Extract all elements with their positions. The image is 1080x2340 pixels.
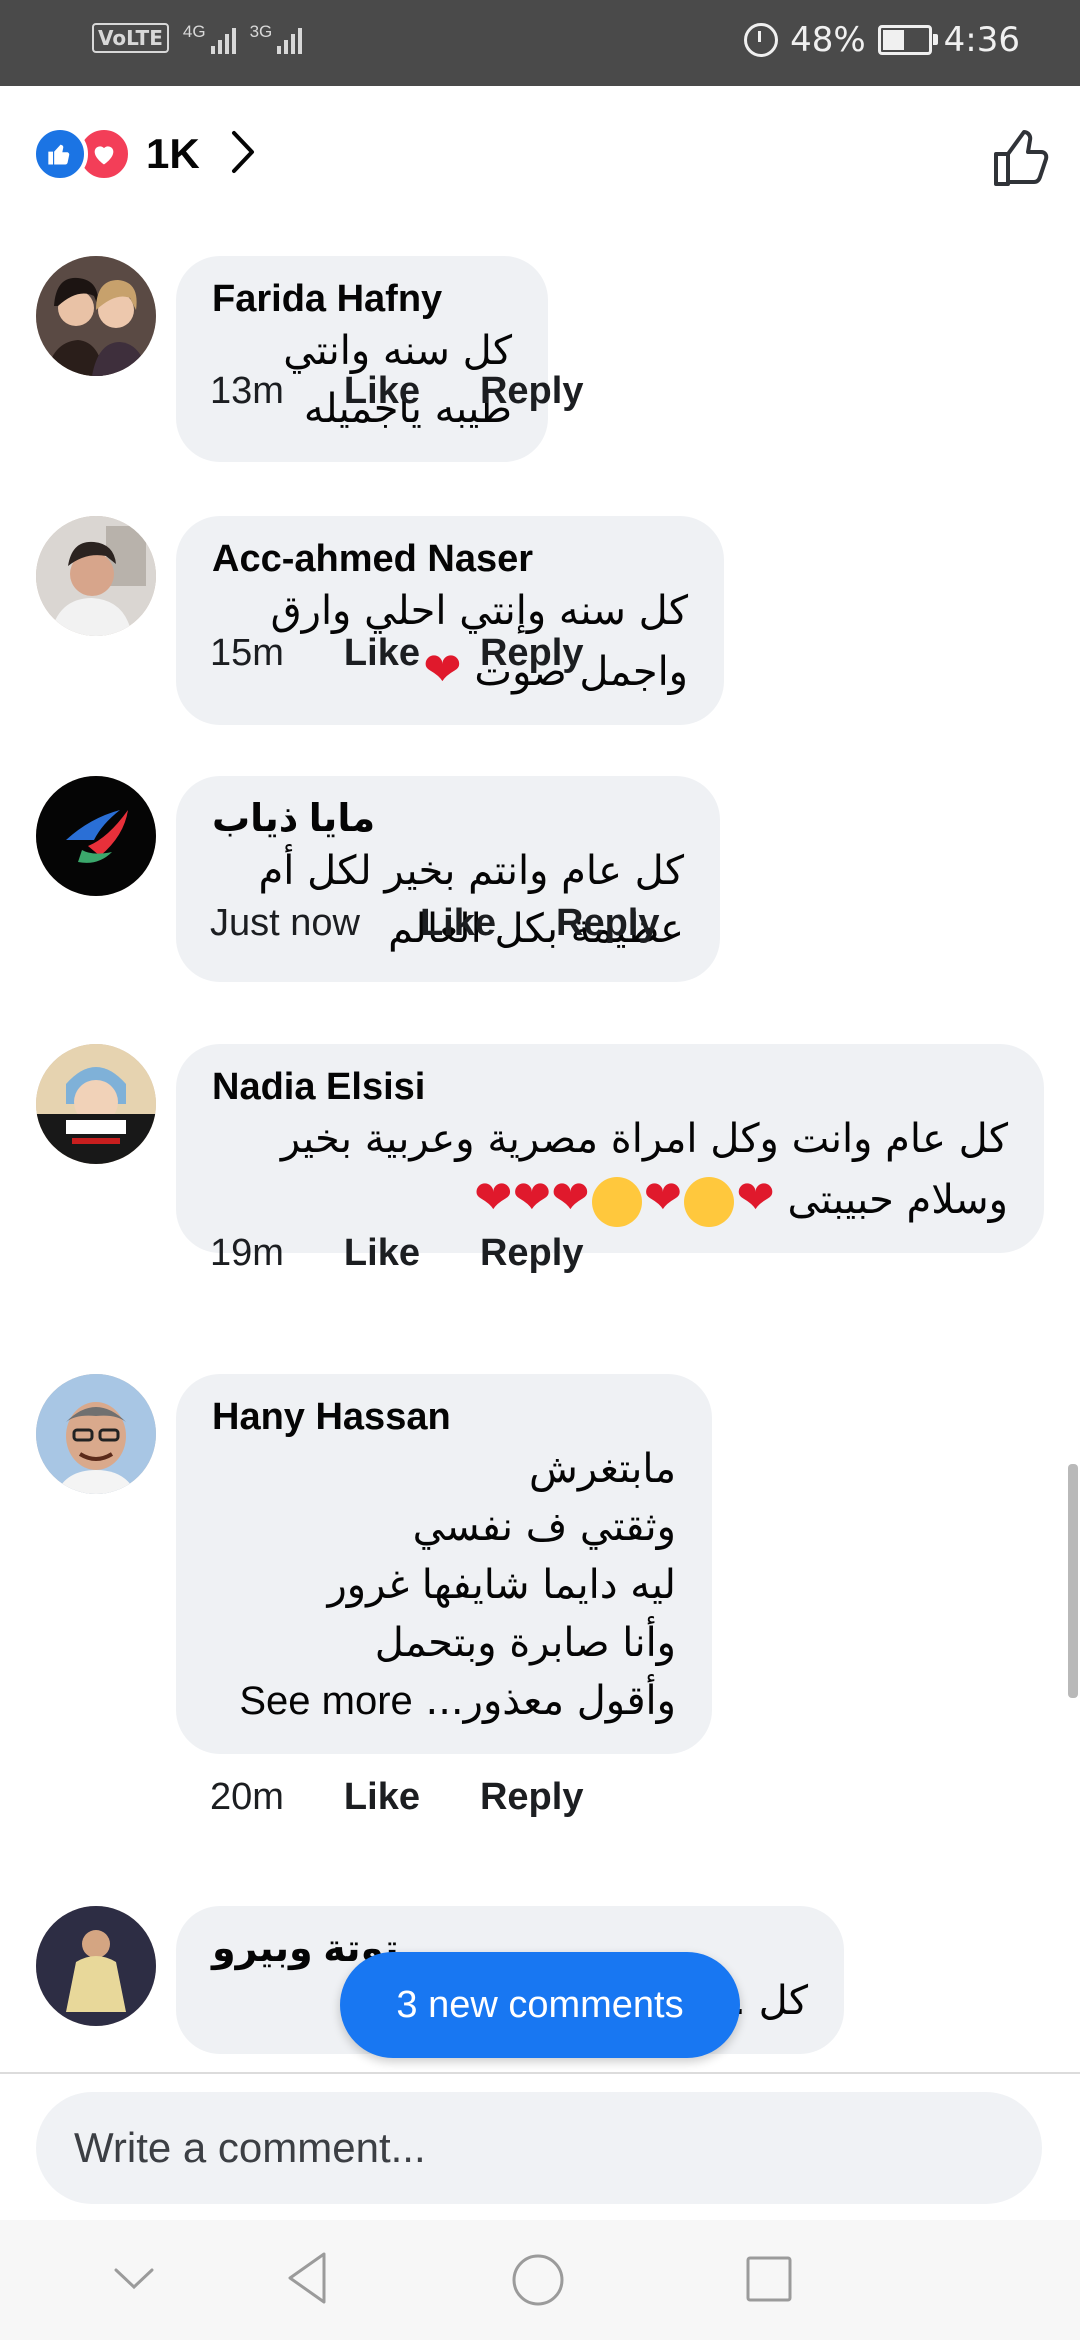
comment-time: Just now — [210, 902, 360, 944]
comment-bubble[interactable]: Nadia Elsisi كل عام وانت وكل امراة مصرية… — [176, 1044, 1044, 1253]
comment-time: 13m — [210, 370, 284, 412]
comment-author[interactable]: Acc-ahmed Naser — [212, 536, 688, 582]
like-button[interactable]: Like — [344, 632, 420, 675]
chevron-down-icon[interactable] — [112, 2266, 156, 2292]
new-comments-button[interactable]: 3 new comments — [340, 1952, 740, 2058]
status-bar: VoLTE 4G 3G 48% 4:36 — [0, 0, 1080, 86]
like-button[interactable]: Like — [344, 1776, 420, 1819]
like-button[interactable]: Like — [420, 902, 496, 945]
heart-eyes-emoji — [591, 1177, 642, 1227]
like-post-button[interactable] — [988, 124, 1054, 195]
status-left: VoLTE 4G 3G — [92, 22, 303, 54]
thumbs-up-icon — [994, 130, 1049, 186]
battery-percent: 48% — [790, 20, 866, 60]
comment-time: 15m — [210, 632, 284, 674]
chevron-right-icon[interactable] — [230, 129, 256, 180]
see-more-link[interactable]: See more — [239, 1679, 412, 1723]
reaction-count: 1K — [146, 130, 200, 177]
like-button[interactable]: Like — [344, 1232, 420, 1275]
system-nav-bar — [0, 2220, 1080, 2340]
battery-icon — [877, 25, 938, 55]
alarm-icon — [744, 23, 779, 57]
scrollbar[interactable] — [1068, 1464, 1078, 1698]
status-right: 48% 4:36 — [744, 20, 1020, 60]
like-button[interactable]: Like — [344, 370, 420, 413]
comment-bubble[interactable]: Hany Hassan مابتغرش وثقتي ف نفسي ليه داي… — [176, 1374, 712, 1754]
comment-text-line: وأقول معذور... See more — [212, 1672, 676, 1730]
comment-actions: 13m Like Reply — [210, 370, 583, 413]
comment-time: 20m — [210, 1776, 284, 1818]
comment-text-line: وسلام حبيبتى ❤❤❤❤❤ — [212, 1168, 1008, 1229]
recents-icon[interactable] — [744, 2254, 794, 2304]
reply-button[interactable]: Reply — [480, 1232, 583, 1275]
like-reaction-icon — [32, 126, 88, 182]
red-heart-emoji: ❤ — [551, 1170, 590, 1224]
avatar[interactable] — [36, 516, 156, 636]
comment-text-line: مابتغرش — [528, 1446, 676, 1492]
comment-bubble[interactable]: Acc-ahmed Naser كل سنه وإنتي احلي وارق و… — [176, 516, 724, 725]
comment-text-body: وأقول معذور... — [425, 1678, 677, 1724]
reply-button[interactable]: Reply — [480, 632, 583, 675]
comment-author[interactable]: Farida Hafny — [212, 276, 512, 322]
comment-text-body: وسلام حبيبتى — [787, 1177, 1008, 1223]
comment-bubble[interactable]: مايا ذياب كل عام وانتم بخير لكل أم عظيمة… — [176, 776, 720, 982]
clock: 4:36 — [943, 20, 1020, 60]
red-heart-emoji: ❤ — [512, 1170, 552, 1224]
comment-bubble[interactable]: Farida Hafny كل سنه وانتي طيبه ياجميله — [176, 256, 548, 462]
avatar[interactable] — [36, 1044, 156, 1164]
reply-button[interactable]: Reply — [556, 902, 659, 945]
red-heart-emoji: ❤ — [643, 1170, 683, 1224]
avatar[interactable] — [36, 776, 156, 896]
red-heart-emoji: ❤ — [474, 1170, 513, 1224]
comment-author[interactable]: Hany Hassan — [212, 1394, 676, 1440]
comment-time: 19m — [210, 1232, 284, 1274]
comment-actions: 20m Like Reply — [210, 1776, 583, 1819]
reactions-summary[interactable]: 1K — [32, 126, 256, 182]
comment-text-line: وثقتي ف نفسي — [412, 1504, 676, 1550]
avatar[interactable] — [36, 1374, 156, 1494]
reply-button[interactable]: Reply — [480, 1776, 583, 1819]
comment-text-line: وأنا صابرة وبتحمل — [374, 1620, 676, 1666]
comment-actions: 15m Like Reply — [210, 632, 583, 675]
divider — [0, 2072, 1080, 2074]
kissing-face-emoji — [684, 1177, 735, 1227]
comment-actions: 19m Like Reply — [210, 1232, 583, 1275]
comment-actions: Just now Like Reply — [210, 902, 660, 945]
comment-author[interactable]: مايا ذياب — [212, 796, 684, 842]
volte-icon: VoLTE — [92, 23, 169, 53]
avatar[interactable] — [36, 256, 156, 376]
back-icon[interactable] — [284, 2250, 328, 2306]
signal-4g-icon: 4G — [183, 22, 236, 54]
signal-3g-icon: 3G — [250, 22, 303, 54]
comment-text-line: ليه دايما شايفها غرور — [327, 1562, 676, 1608]
avatar[interactable] — [36, 1906, 156, 2026]
comment-input[interactable]: Write a comment... — [36, 2092, 1042, 2204]
red-heart-emoji: ❤ — [736, 1170, 775, 1224]
comment-author[interactable]: Nadia Elsisi — [212, 1064, 1008, 1110]
home-icon[interactable] — [510, 2252, 566, 2308]
comment-text-line: كل عام وانت وكل امراة مصرية وعربية بخير — [280, 1116, 1008, 1162]
reply-button[interactable]: Reply — [480, 370, 583, 413]
